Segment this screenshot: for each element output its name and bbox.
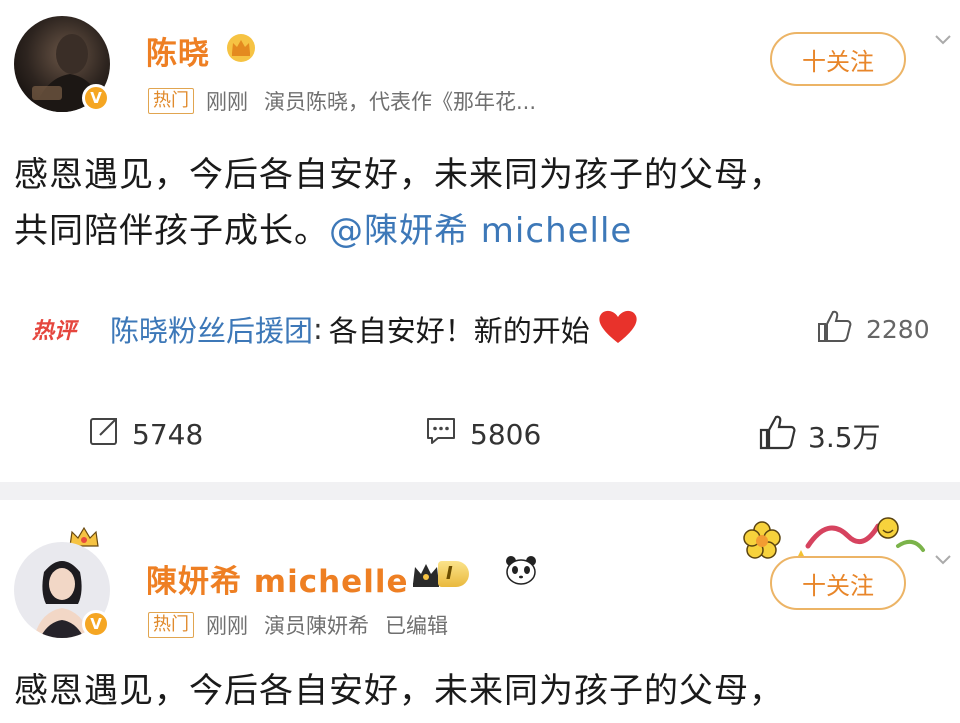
post-meta: 热门 刚刚 演员陈晓，代表作《那年花... xyxy=(148,86,536,116)
panda-emoji-icon xyxy=(504,554,538,593)
heart-icon xyxy=(596,307,640,352)
post-text-line2: 共同陪伴孩子成长。@陳妍希 michelle xyxy=(14,200,632,262)
post-time: 刚刚 xyxy=(206,90,248,114)
post-divider xyxy=(0,482,960,500)
hot-comment-likes: 2280 xyxy=(866,314,930,344)
level-badge-label: I xyxy=(438,561,469,587)
like-count: 3.5万 xyxy=(808,420,881,454)
chevron-down-icon[interactable] xyxy=(934,550,952,571)
level-badge-icon: I xyxy=(410,560,469,588)
hot-comment-label: 热评 xyxy=(32,319,77,344)
post-actions: 5748 5806 3.5万 xyxy=(0,410,960,460)
post-source[interactable]: 演员陈晓，代表作《那年花... xyxy=(264,86,536,116)
verified-badge-icon: V xyxy=(82,610,110,638)
comment-button[interactable]: 5806 xyxy=(424,416,541,453)
post-text-line2-body: 共同陪伴孩子成长。 xyxy=(14,211,329,251)
hot-comment-like-button[interactable]: 2280 xyxy=(816,309,930,349)
post-text-line1: 感恩遇见，今后各自安好，未来同为孩子的父母， xyxy=(14,671,784,711)
hot-comment-colon: : xyxy=(313,312,323,346)
hot-tag: 热门 xyxy=(148,612,194,638)
like-button[interactable]: 3.5万 xyxy=(758,414,881,457)
hot-comment-text: 陈晓粉丝后援团 : 各自安好！新的开始 xyxy=(110,307,640,352)
weibo-post-chenxiao: V 陈晓 热门 刚刚 演员陈晓，代表作《那年花... 十关注 感恩遇见，今后各自… xyxy=(0,0,960,482)
comment-count: 5806 xyxy=(470,418,542,451)
hot-comment[interactable]: 热评 陈晓粉丝后援团 : 各自安好！新的开始 2280 xyxy=(0,296,960,362)
hot-comment-author[interactable]: 陈晓粉丝后援团 xyxy=(110,308,313,350)
repost-button[interactable]: 5748 xyxy=(88,416,203,453)
follow-button[interactable]: 十关注 xyxy=(770,556,906,610)
post-source[interactable]: 演员陳妍希 xyxy=(264,610,369,640)
repost-icon xyxy=(88,416,132,453)
author-name[interactable]: 陈晓 xyxy=(146,28,210,73)
follow-label: 十关注 xyxy=(802,47,874,76)
hot-comment-body: 各自安好！新的开始 xyxy=(328,314,590,348)
post-meta: 热门 刚刚 演员陳妍希 已编辑 xyxy=(148,610,448,640)
thumbs-up-icon xyxy=(758,414,808,457)
mention-link[interactable]: @陳妍希 michelle xyxy=(329,211,632,251)
repost-count: 5748 xyxy=(132,418,204,451)
follow-label: 十关注 xyxy=(802,571,874,600)
thumbs-up-icon xyxy=(816,309,852,349)
post-time: 刚刚 xyxy=(206,614,248,638)
verified-badge-icon: V xyxy=(82,84,110,112)
post-text-line1: 感恩遇见，今后各自安好，未来同为孩子的父母， xyxy=(14,155,784,195)
edited-label: 已编辑 xyxy=(385,614,448,638)
author-name[interactable]: 陳妍希 michelle xyxy=(146,556,408,601)
comment-icon xyxy=(424,416,470,453)
crown-icon xyxy=(224,32,258,68)
hot-tag: 热门 xyxy=(148,88,194,114)
follow-button[interactable]: 十关注 xyxy=(770,32,906,86)
weibo-post-chenyanxi: V 陳妍希 michelle I 热门 刚刚 演员陳妍希 已编辑 十关注 感恩遇… xyxy=(0,500,960,723)
chevron-down-icon[interactable] xyxy=(934,30,952,51)
